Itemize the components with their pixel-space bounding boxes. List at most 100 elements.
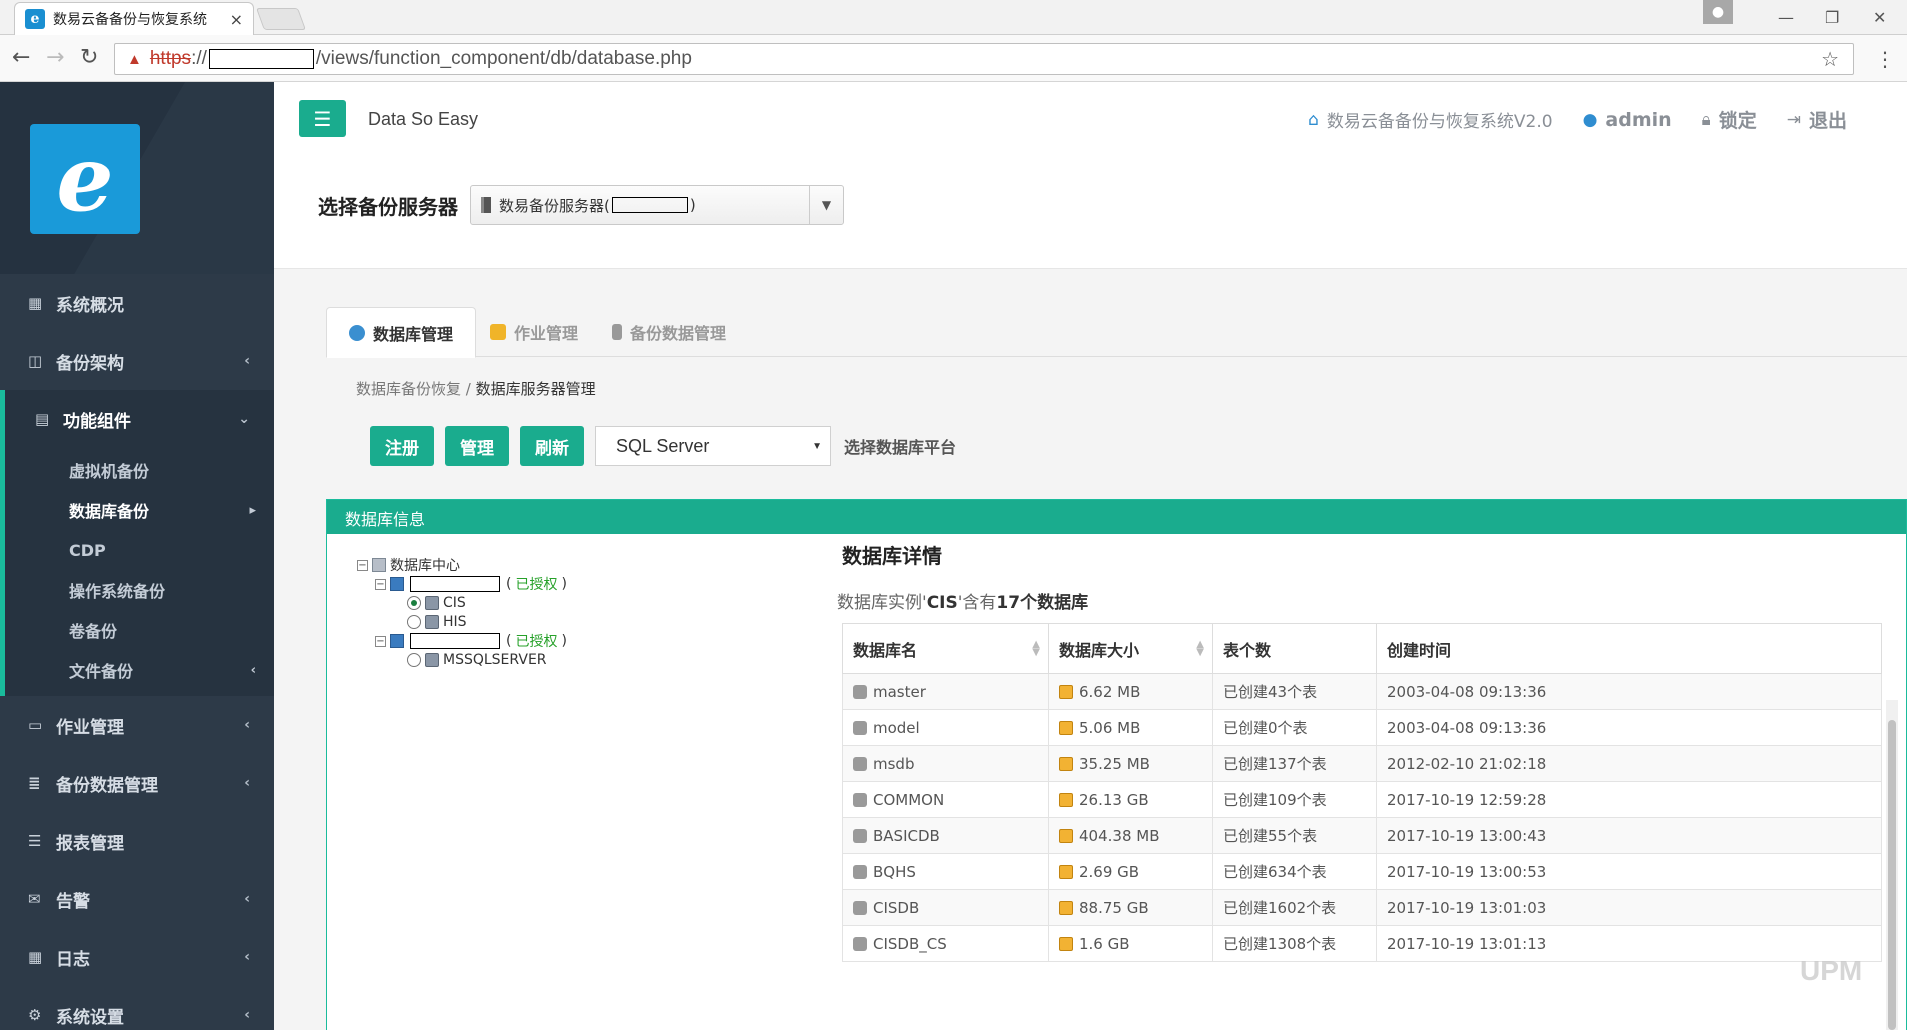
sort-icon[interactable]: ▲ ▼ [1196,640,1204,658]
table-row[interactable]: COMMON 26.13 GB 已创建109个表 2017-10-19 12:59:2… [842,781,1882,818]
details-title: 数据库详情 [842,544,942,568]
new-tab-button[interactable] [255,8,307,30]
tree-root[interactable]: − 数据库中心 [357,555,460,575]
collapse-icon[interactable]: − [375,578,386,590]
server-select-prefix: 数易备份服务器( [499,196,610,215]
sidebar-item-label: 备份数据管理 [56,775,158,796]
tree-instance-mssqlserver[interactable]: MSSQLSERVER [407,650,547,670]
user-menu[interactable]: ● admin [1583,109,1672,131]
redacted-server-name [410,576,500,592]
sidebar-item-overview[interactable]: ▦ 系统概况 [0,274,274,332]
collapse-icon[interactable]: − [357,559,368,571]
table-row[interactable]: CISDB_CS 1.6 GB 已创建1308个表 2017-10-19 13:01:… [842,925,1882,962]
redacted-server-name [410,633,500,649]
url-input[interactable]: ▲ https:// /views/function_component/db/d… [114,43,1854,75]
lock-button[interactable]: 🔒︎ 锁定 [1702,106,1757,133]
sidebar-item-components[interactable]: ▤ 功能组件 ⌄ [0,390,274,448]
tab-backup-data-management[interactable]: 备份数据管理 [590,307,748,357]
close-window-icon[interactable]: ✕ [1873,0,1886,35]
cell-db-size: 2.69 GB [1048,853,1213,890]
table-row[interactable]: BASICDB 404.38 MB 已创建55个表 2017-10-19 13:00:… [842,817,1882,854]
collapse-icon[interactable]: − [375,635,386,647]
db-size: 1.6 GB [1079,934,1130,953]
tree-server-1[interactable]: − (已授权 ) [375,574,567,594]
sidebar-item-alerts[interactable]: ✉ 告警 ‹ [0,870,274,928]
cell-table-count: 已创建1308个表 [1212,925,1377,962]
menu-toggle-button[interactable]: ☰ [299,100,346,137]
app-logo[interactable]: e [30,124,140,234]
instance-label: HIS [443,614,467,630]
cell-created-time: 2017-10-19 13:01:03 [1376,889,1882,926]
sidebar-subitem-volume-backup[interactable]: 卷备份 [5,610,274,650]
scrollbar-thumb[interactable] [1888,720,1896,1030]
bookmark-star-icon[interactable]: ☆ [1821,47,1839,72]
back-icon[interactable]: ← [12,45,30,70]
profile-icon[interactable]: ● [1703,0,1733,24]
tab-label: 备份数据管理 [630,324,727,343]
instance-radio[interactable] [407,615,421,629]
register-button[interactable]: 注册 [370,426,434,466]
sidebar-subitem-os-backup[interactable]: 操作系统备份 [5,570,274,610]
column-header-size[interactable]: 数据库大小 ▲ ▼ [1048,623,1213,674]
sidebar-subitem-db-backup[interactable]: 数据库备份 ▸ [5,490,274,530]
db-name: model [873,718,920,737]
minimize-icon[interactable]: — [1778,0,1794,35]
table-row[interactable]: master 6.62 MB 已创建43个表 2003-04-08 09:13:36 [842,673,1882,710]
sidebar-subitem-cdp[interactable]: CDP [5,530,274,570]
browser-tab[interactable]: e 数易云备备份与恢复系统 × [14,2,254,35]
table-row[interactable]: CISDB 88.75 GB 已创建1602个表 2017-10-19 13:01:0… [842,889,1882,926]
disk-size-icon [1059,829,1073,843]
auth-status: 已授权 [515,577,558,593]
db-name: master [873,682,926,701]
home-icon: ⌂ [1308,109,1319,130]
column-header-name[interactable]: 数据库名 ▲ ▼ [842,623,1049,674]
tab-database-management[interactable]: 数据库管理 [326,307,477,358]
instance-radio[interactable] [407,596,421,610]
forward-icon[interactable]: → [46,45,64,70]
sidebar-item-settings[interactable]: ⚙ 系统设置 ‹ [0,986,274,1030]
table-row[interactable]: BQHS 2.69 GB 已创建634个表 2017-10-19 13:00:53 [842,853,1882,890]
tree-status-paren: ) [561,576,567,592]
insecure-warning-icon[interactable]: ▲ [127,51,142,68]
tree-server-2[interactable]: − (已授权 ) [375,631,567,651]
sidebar-subitem-file-backup[interactable]: 文件备份 ‹ [5,650,274,690]
db-size: 88.75 GB [1079,898,1149,917]
sidebar-item-backup-data[interactable]: ≣ 备份数据管理 ‹ [0,754,274,812]
cell-db-name: COMMON [842,781,1049,818]
cell-db-name: BASICDB [842,817,1049,854]
sidebar-item-reports[interactable]: ☰ 报表管理 [0,812,274,870]
instance-radio[interactable] [407,653,421,667]
sidebar: e ▦ 系统概况 ◫ 备份架构 ‹ ▤ 功能组件 ⌄ 虚拟机备份 数据库备份 ▸… [0,82,274,1030]
sidebar-item-architecture[interactable]: ◫ 备份架构 ‹ [0,332,274,390]
sort-icon[interactable]: ▲ ▼ [1032,640,1040,658]
column-header-label: 数据库名 [853,640,918,660]
cell-db-size: 26.13 GB [1048,781,1213,818]
breadcrumb-separator: / [465,380,471,398]
sidebar-item-logs[interactable]: ▦ 日志 ‹ [0,928,274,986]
table-row[interactable]: model 5.06 MB 已创建0个表 2003-04-08 09:13:36 [842,709,1882,746]
platform-select[interactable]: SQL Server ▼ [595,426,831,466]
sidebar-subitem-vm-backup[interactable]: 虚拟机备份 [5,450,274,490]
function-tabs: 数据库管理 作业管理 备份数据管理 [326,307,1907,358]
browser-menu-icon[interactable]: ⋮ [1875,47,1895,71]
sidebar-item-jobs[interactable]: ▭ 作业管理 ‹ [0,696,274,754]
sidebar-item-label: 备份架构 [56,353,124,374]
tab-job-management[interactable]: 作业管理 [468,307,600,357]
table-row[interactable]: msdb 35.25 MB 已创建137个表 2012-02-10 21:02:18 [842,745,1882,782]
restore-icon[interactable]: ❐ [1825,0,1839,35]
server-select[interactable]: 数易备份服务器() ▼ [470,185,844,225]
app-favicon-icon: e [25,9,45,29]
cell-created-time: 2012-02-10 21:02:18 [1376,745,1882,782]
tree-instance-his[interactable]: HIS [407,612,467,632]
refresh-button[interactable]: 刷新 [520,426,584,466]
column-header-label: 数据库大小 [1059,640,1140,660]
url-path: /views/function_component/db/database.ph… [315,48,692,69]
tab-close-icon[interactable]: × [230,10,243,29]
manage-button[interactable]: 管理 [445,426,509,466]
logout-button[interactable]: ⇥ 退出 [1787,106,1847,133]
tree-instance-cis[interactable]: CIS [407,593,466,613]
dropdown-caret-icon: ▼ [809,186,843,224]
home-link[interactable]: ⌂ 数易云备备份与恢复系统V2.0 [1308,107,1552,133]
reload-icon[interactable]: ↻ [80,45,98,70]
breadcrumb-parent[interactable]: 数据库备份恢复 [356,380,461,398]
